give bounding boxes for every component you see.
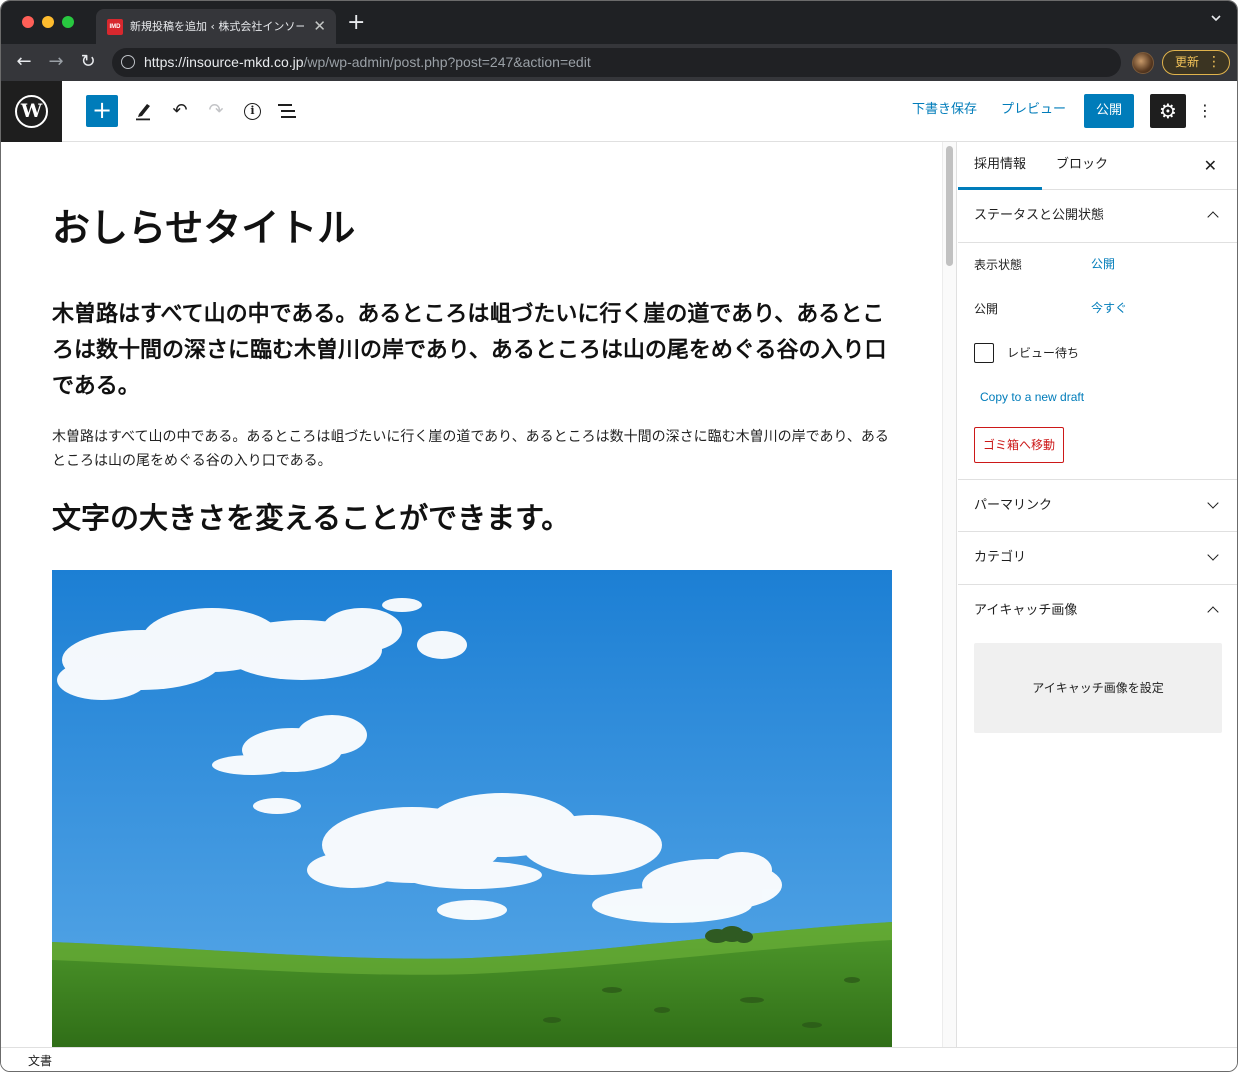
chevron-down-icon — [1207, 497, 1219, 509]
featured-image-panel-header[interactable]: アイキャッチ画像 — [958, 585, 1237, 638]
pending-review-label[interactable]: レビュー待ち — [1007, 344, 1079, 362]
sidebar-tabs: 採用情報 ブロック ✕ — [958, 142, 1237, 190]
maximize-window-button[interactable] — [62, 16, 74, 28]
publish-label: 公開 — [974, 302, 999, 316]
update-label: 更新 — [1175, 55, 1200, 69]
copy-to-draft-link[interactable]: Copy to a new draft — [980, 388, 1084, 406]
tab-close-icon[interactable]: ✕ — [313, 17, 326, 35]
close-window-button[interactable] — [22, 16, 34, 28]
categories-panel-header[interactable]: カテゴリ — [958, 532, 1237, 585]
tab-block[interactable]: ブロック — [1040, 142, 1124, 190]
featured-image-panel-title: アイキャッチ画像 — [974, 603, 1078, 618]
status-panel-header[interactable]: ステータスと公開状態 — [958, 190, 1237, 243]
browser-toolbar: ← → ↻ https://insource-mkd.co.jp/wp/wp-a… — [1, 44, 1237, 81]
profile-avatar[interactable] — [1132, 52, 1154, 74]
editor-canvas: おしらせタイトル 木曽路はすべて山の中である。あるところは岨づたいに行く崖の道で… — [1, 142, 942, 1047]
chevron-up-icon — [1207, 211, 1219, 223]
redo-icon[interactable]: ↷ — [203, 98, 229, 124]
info-icon[interactable]: i — [244, 103, 261, 120]
image-block[interactable] — [52, 570, 892, 1047]
publish-button[interactable]: 公開 — [1084, 94, 1134, 128]
edit-mode-pencil-icon[interactable] — [135, 101, 153, 121]
breadcrumb[interactable]: 文書 — [28, 1053, 52, 1069]
set-featured-image-button[interactable]: アイキャッチ画像を設定 — [974, 643, 1222, 733]
save-draft-button[interactable]: 下書き保存 — [912, 101, 977, 119]
status-panel-title: ステータスと公開状態 — [974, 208, 1105, 223]
list-view-icon[interactable] — [278, 104, 296, 118]
minimize-window-button[interactable] — [42, 16, 54, 28]
forward-arrow-icon[interactable]: → — [45, 51, 67, 73]
chevron-up-icon — [1207, 606, 1219, 618]
publish-date-toggle[interactable]: 今すぐ — [1091, 299, 1127, 317]
landscape-image — [52, 570, 892, 1047]
new-tab-button[interactable]: + — [347, 12, 365, 34]
menu-dots-icon: ⋮ — [1207, 54, 1221, 70]
chevron-down-icon — [1207, 549, 1219, 561]
url-path: /wp/wp-admin/post.php?post=247&action=ed… — [303, 54, 591, 70]
more-options-icon[interactable]: ⋮ — [1197, 99, 1213, 123]
tab-search-chevron-icon[interactable] — [1211, 13, 1221, 23]
permalink-panel-header[interactable]: パーマリンク — [958, 479, 1237, 532]
address-bar[interactable]: https://insource-mkd.co.jp/wp/wp-admin/p… — [112, 48, 1121, 77]
url-text: https://insource-mkd.co.jp/wp/wp-admin/p… — [144, 54, 591, 71]
content-scrollbar[interactable] — [942, 142, 957, 1047]
undo-icon[interactable]: ↶ — [167, 98, 193, 124]
tab-title: 新規投稿を追加 ‹ 株式会社インソース — [130, 20, 304, 33]
visibility-toggle[interactable]: 公開 — [1091, 255, 1115, 273]
categories-panel-title: カテゴリ — [974, 550, 1027, 565]
tab-bar: IMD 新規投稿を追加 ‹ 株式会社インソース ✕ + — [1, 1, 1237, 44]
settings-gear-icon[interactable]: ⚙ — [1150, 94, 1186, 128]
back-arrow-icon[interactable]: ← — [13, 51, 35, 73]
site-favicon-icon: IMD — [107, 19, 123, 35]
paragraph-block[interactable]: 木曽路はすべて山の中である。あるところは岨づたいに行く崖の道であり、あるところは… — [52, 425, 894, 473]
browser-tab[interactable]: IMD 新規投稿を追加 ‹ 株式会社インソース ✕ — [96, 9, 336, 44]
visibility-label: 表示状態 — [974, 258, 1023, 272]
editor-header: W + ↶ ↷ i 下書き保存 プレビュー 公開 ⚙ ⋮ — [1, 81, 1237, 142]
browser-window: IMD 新規投稿を追加 ‹ 株式会社インソース ✕ + ← → ↻ https:… — [0, 0, 1238, 1072]
url-host: https://insource-mkd.co.jp — [144, 54, 304, 70]
editor-footer: 文書 — [1, 1047, 1237, 1071]
move-to-trash-button[interactable]: ゴミ箱へ移動 — [974, 427, 1064, 463]
scrollbar-thumb[interactable] — [946, 146, 953, 266]
settings-sidebar: 採用情報 ブロック ✕ ステータスと公開状態 表示状態 公開 公開 今すぐ レビ… — [958, 142, 1237, 1047]
site-info-icon[interactable] — [121, 55, 135, 69]
preview-button[interactable]: プレビュー — [1001, 101, 1066, 119]
subheading-block[interactable]: 文字の大きさを変えることができます。 — [52, 496, 894, 540]
tab-post[interactable]: 採用情報 — [958, 142, 1043, 190]
post-title[interactable]: おしらせタイトル — [52, 202, 355, 254]
permalink-panel-title: パーマリンク — [974, 498, 1053, 513]
reload-icon[interactable]: ↻ — [77, 51, 99, 73]
pending-review-checkbox[interactable] — [974, 343, 994, 363]
close-sidebar-icon[interactable]: ✕ — [1204, 154, 1217, 178]
browser-update-button[interactable]: 更新 ⋮ — [1162, 50, 1230, 75]
wordpress-logo-icon[interactable]: W — [1, 81, 62, 142]
block-inserter-button[interactable]: + — [86, 95, 118, 127]
heading-block[interactable]: 木曽路はすべて山の中である。あるところは岨づたいに行く崖の道であり、あるところは… — [52, 297, 894, 405]
